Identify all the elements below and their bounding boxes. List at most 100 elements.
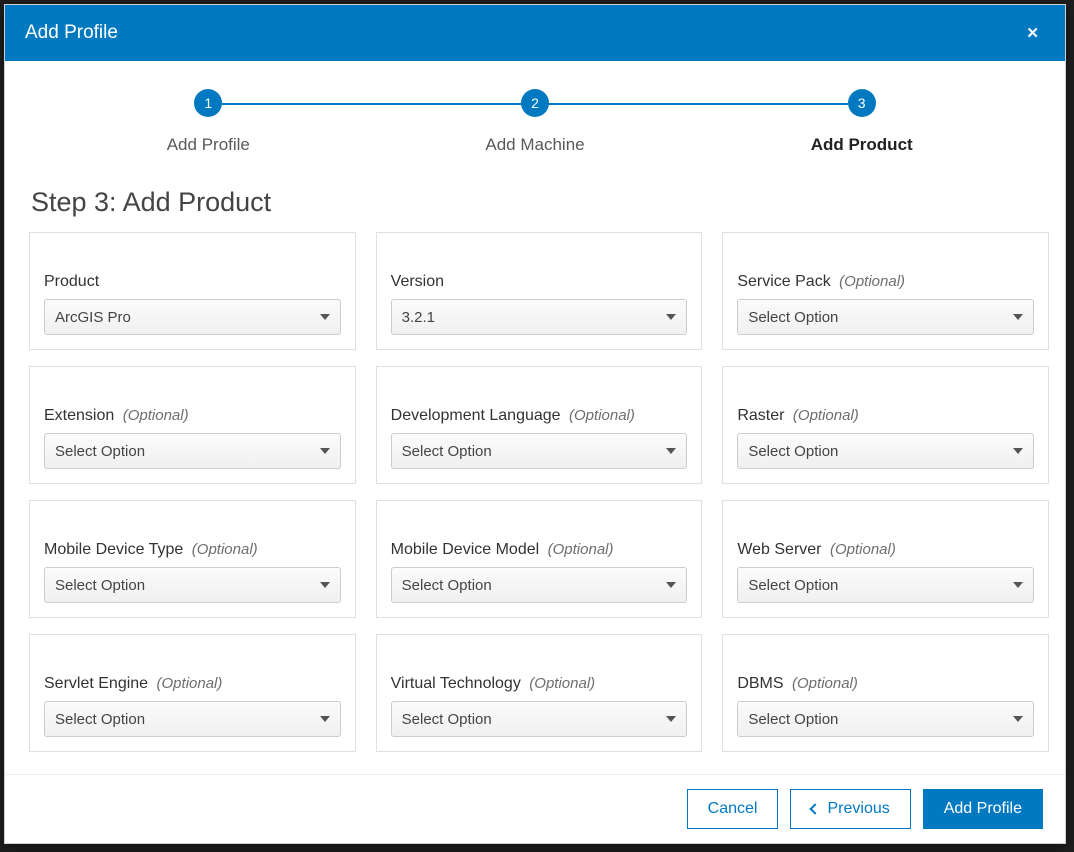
field-label-text: Servlet Engine — [44, 675, 148, 692]
step-circle-3: 3 — [848, 89, 876, 117]
form-scroll-area[interactable]: Product ArcGIS Pro Version 3.2.1 Service Pac… — [5, 232, 1065, 774]
optional-tag: (Optional) — [569, 407, 635, 424]
field-card: Mobile Device Model (Optional) Select Opt… — [376, 500, 703, 618]
modal-title: Add Profile — [25, 22, 118, 44]
select-development-language[interactable]: Select Option — [391, 433, 688, 469]
select-extension[interactable]: Select Option — [44, 433, 341, 469]
step-circle-2: 2 — [521, 89, 549, 117]
select-virtual-technology[interactable]: Select Option — [391, 701, 688, 737]
field-card: Development Language (Optional) Select Op… — [376, 366, 703, 484]
field-card: Service Pack (Optional) Select Option — [722, 232, 1049, 350]
select-value: Select Option — [748, 577, 838, 594]
step-label-1: Add Profile — [167, 135, 250, 155]
step-circle-1: 1 — [194, 89, 222, 117]
field-label: Virtual Technology (Optional) — [391, 675, 688, 693]
chevron-down-icon — [666, 582, 676, 588]
field-label-text: Version — [391, 273, 444, 290]
submit-label: Add Profile — [944, 800, 1022, 818]
optional-tag: (Optional) — [792, 675, 858, 692]
select-servlet-engine[interactable]: Select Option — [44, 701, 341, 737]
optional-tag: (Optional) — [157, 675, 223, 692]
field-card: Servlet Engine (Optional) Select Option — [29, 634, 356, 752]
field-card: Version 3.2.1 — [376, 232, 703, 350]
cancel-button[interactable]: Cancel — [687, 789, 779, 829]
chevron-down-icon — [1013, 582, 1023, 588]
select-value: Select Option — [402, 443, 492, 460]
field-label-text: Product — [44, 273, 99, 290]
field-label-text: Mobile Device Model — [391, 541, 540, 558]
previous-button[interactable]: Previous — [790, 789, 910, 829]
add-profile-button[interactable]: Add Profile — [923, 789, 1043, 829]
field-card: Mobile Device Type (Optional) Select Opti… — [29, 500, 356, 618]
chevron-down-icon — [320, 582, 330, 588]
field-label: Service Pack (Optional) — [737, 273, 1034, 291]
field-label-text: DBMS — [737, 675, 783, 692]
field-card: Raster (Optional) Select Option — [722, 366, 1049, 484]
select-mobile-device-type[interactable]: Select Option — [44, 567, 341, 603]
field-label-text: Web Server — [737, 541, 821, 558]
step-title: Step 3: Add Product — [5, 165, 1065, 232]
step-add-machine[interactable]: 2 Add Machine — [372, 89, 699, 155]
select-dbms[interactable]: Select Option — [737, 701, 1034, 737]
chevron-down-icon — [320, 448, 330, 454]
field-card: DBMS (Optional) Select Option — [722, 634, 1049, 752]
previous-label: Previous — [827, 800, 889, 818]
step-add-product[interactable]: 3 Add Product — [698, 89, 1025, 155]
select-service-pack[interactable]: Select Option — [737, 299, 1034, 335]
optional-tag: (Optional) — [548, 541, 614, 558]
chevron-down-icon — [320, 716, 330, 722]
select-mobile-device-model[interactable]: Select Option — [391, 567, 688, 603]
select-raster[interactable]: Select Option — [737, 433, 1034, 469]
chevron-left-icon — [810, 803, 821, 814]
modal-footer: Cancel Previous Add Profile — [5, 774, 1065, 843]
optional-tag: (Optional) — [192, 541, 258, 558]
field-label: Development Language (Optional) — [391, 407, 688, 425]
field-label-text: Virtual Technology — [391, 675, 521, 692]
field-label: Web Server (Optional) — [737, 541, 1034, 559]
field-label: Raster (Optional) — [737, 407, 1034, 425]
modal-header: Add Profile ✕ — [5, 5, 1065, 61]
field-label-text: Service Pack — [737, 273, 830, 290]
field-label: DBMS (Optional) — [737, 675, 1034, 693]
stepper: 1 Add Profile 2 Add Machine 3 Add Produc… — [5, 61, 1065, 165]
field-card: Product ArcGIS Pro — [29, 232, 356, 350]
optional-tag: (Optional) — [793, 407, 859, 424]
field-label-text: Extension — [44, 407, 114, 424]
close-icon[interactable]: ✕ — [1020, 20, 1045, 47]
field-label: Servlet Engine (Optional) — [44, 675, 341, 693]
select-value: Select Option — [55, 711, 145, 728]
select-value: Select Option — [748, 443, 838, 460]
select-value: Select Option — [748, 711, 838, 728]
field-label: Product — [44, 273, 341, 291]
field-label-text: Development Language — [391, 407, 561, 424]
cancel-label: Cancel — [708, 800, 758, 818]
field-label-text: Raster — [737, 407, 784, 424]
optional-tag: (Optional) — [123, 407, 189, 424]
chevron-down-icon — [1013, 448, 1023, 454]
select-value: Select Option — [55, 577, 145, 594]
field-label: Mobile Device Type (Optional) — [44, 541, 341, 559]
select-value: Select Option — [402, 711, 492, 728]
select-version[interactable]: 3.2.1 — [391, 299, 688, 335]
field-label-text: Mobile Device Type — [44, 541, 183, 558]
select-web-server[interactable]: Select Option — [737, 567, 1034, 603]
select-value: 3.2.1 — [402, 309, 435, 326]
select-value: Select Option — [748, 309, 838, 326]
chevron-down-icon — [1013, 716, 1023, 722]
field-card: Virtual Technology (Optional) Select Opti… — [376, 634, 703, 752]
select-value: Select Option — [55, 443, 145, 460]
select-value: Select Option — [402, 577, 492, 594]
select-product[interactable]: ArcGIS Pro — [44, 299, 341, 335]
select-value: ArcGIS Pro — [55, 309, 131, 326]
chevron-down-icon — [1013, 314, 1023, 320]
field-card: Extension (Optional) Select Option — [29, 366, 356, 484]
chevron-down-icon — [666, 314, 676, 320]
optional-tag: (Optional) — [830, 541, 896, 558]
step-add-profile[interactable]: 1 Add Profile — [45, 89, 372, 155]
optional-tag: (Optional) — [529, 675, 595, 692]
add-profile-modal: Add Profile ✕ 1 Add Profile 2 Add Machin… — [4, 4, 1066, 844]
field-label: Mobile Device Model (Optional) — [391, 541, 688, 559]
chevron-down-icon — [320, 314, 330, 320]
field-label: Version — [391, 273, 688, 291]
chevron-down-icon — [666, 448, 676, 454]
